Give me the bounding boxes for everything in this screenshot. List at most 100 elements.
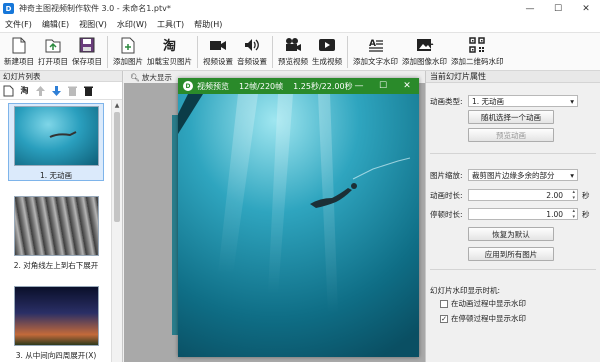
delete-icon[interactable] <box>66 84 79 97</box>
title-bar: D 神奇主图视频制作软件 3.0 - 未命名1.ptv* — ☐ ✕ <box>0 0 600 17</box>
taobao-icon[interactable]: 淘 <box>18 84 31 97</box>
anim-type-row: 动画类型: 1. 无动画 ▾ <box>430 95 578 107</box>
video-settings-button[interactable]: 视频设置 <box>201 33 235 67</box>
audio-settings-icon <box>243 36 261 54</box>
pause-duration-label: 停顿时长: <box>430 209 463 219</box>
audio-settings-button[interactable]: 音频设置 <box>235 33 269 67</box>
slide-list-scrollbar[interactable]: ▲ <box>111 100 122 362</box>
restore-default-button[interactable]: 恢复为默认 <box>468 227 554 241</box>
pause-duration-input[interactable]: 1.00 <box>468 208 578 220</box>
qrcode-watermark-button[interactable]: 添加二维码水印 <box>449 33 506 67</box>
trash-icon[interactable] <box>82 84 95 97</box>
preview-time: 1.25秒/22.00秒 <box>293 81 353 91</box>
slide-item[interactable]: 1. 无动画 <box>8 106 104 181</box>
slide-list-toolbar: 淘 <box>0 82 122 100</box>
image-watermark-icon <box>416 36 434 54</box>
seconds-unit: 秒 <box>582 209 590 219</box>
divider <box>430 153 596 154</box>
load-taobao-button[interactable]: 淘 加载宝贝图片 <box>145 33 194 67</box>
pause-duration-row: 停顿时长: 1.00 秒 <box>430 208 590 220</box>
toolbar-separator <box>347 36 348 68</box>
add-image-button[interactable]: 添加图片 <box>111 33 145 67</box>
anim-type-label: 动画类型: <box>430 96 463 106</box>
move-up-icon[interactable] <box>34 84 47 97</box>
scale-row: 图片缩放: 裁剪图片边缘多余的部分 ▾ <box>430 169 578 181</box>
seconds-unit: 秒 <box>582 190 590 200</box>
scroll-up-icon[interactable]: ▲ <box>112 100 122 110</box>
generate-video-icon <box>318 36 336 54</box>
toolbar-separator <box>272 36 273 68</box>
open-project-button[interactable]: 打开项目 <box>36 33 70 67</box>
menu-file[interactable]: 文件(F) <box>0 19 37 30</box>
slide-item[interactable]: 3. 从中间向四周展开(X) <box>8 286 104 361</box>
preview-anim-button[interactable]: 预览动画 <box>468 128 554 142</box>
preview-title: 视频预览 <box>197 81 229 91</box>
toolbar-separator <box>107 36 108 68</box>
image-watermark-button[interactable]: 添加图像水印 <box>400 33 449 67</box>
new-project-icon <box>11 36 27 54</box>
slide-caption: 3. 从中间向四周展开(X) <box>15 351 97 360</box>
scrollbar-thumb[interactable] <box>114 112 120 222</box>
wm-anim-checkbox[interactable] <box>440 299 448 308</box>
menu-edit[interactable]: 编辑(E) <box>37 19 74 30</box>
menu-watermark[interactable]: 水印(W) <box>112 19 152 30</box>
anim-type-select[interactable]: 1. 无动画 ▾ <box>468 95 578 107</box>
app-logo-icon: D <box>3 3 14 14</box>
scale-select[interactable]: 裁剪图片边缘多余的部分 ▾ <box>468 169 578 181</box>
watermark-timing-title: 幻灯片水印显示时机: <box>430 286 501 295</box>
preview-title-bar: D 视频预览 12帧/220帧 1.25秒/22.00秒 — ☐ ✕ <box>178 78 419 94</box>
save-project-button[interactable]: 保存项目 <box>70 33 104 67</box>
window-controls: — ☐ ✕ <box>516 0 600 17</box>
slide-list-panel: 幻灯片列表 淘 1. 无动画 2. 对角线左上到右下展开 3. 从中间向四周展开… <box>0 71 123 362</box>
scale-label: 图片缩放: <box>430 170 463 180</box>
close-icon[interactable]: ✕ <box>395 78 419 94</box>
apply-all-button[interactable]: 应用到所有图片 <box>468 247 554 261</box>
add-image-icon <box>120 36 136 54</box>
move-down-icon[interactable] <box>50 84 63 97</box>
text-watermark-icon: A <box>368 36 384 54</box>
slide-item[interactable]: 2. 对角线左上到右下展开 <box>8 196 104 271</box>
divider <box>430 269 596 270</box>
save-project-icon <box>79 36 95 54</box>
close-icon[interactable]: ✕ <box>572 0 600 17</box>
wm-anim-row[interactable]: 在动画过程中显示水印 <box>440 298 526 309</box>
maximize-icon[interactable]: ☐ <box>371 78 395 94</box>
video-preview-window: D 视频预览 12帧/220帧 1.25秒/22.00秒 — ☐ ✕ <box>178 78 419 357</box>
slide-caption: 2. 对角线左上到右下展开 <box>13 261 99 270</box>
preview-video-button[interactable]: 预览视频 <box>276 33 310 67</box>
slide-thumbnail <box>14 286 99 346</box>
chevron-down-icon: ▾ <box>570 170 574 180</box>
preview-frame-count: 12帧/220帧 <box>239 81 284 91</box>
new-slide-icon[interactable] <box>2 84 15 97</box>
window-title: 神奇主图视频制作软件 3.0 - 未命名1.ptv* <box>19 4 171 13</box>
text-watermark-button[interactable]: A 添加文字水印 <box>351 33 400 67</box>
minimize-icon[interactable]: — <box>347 78 371 94</box>
anim-duration-label: 动画时长: <box>430 190 463 200</box>
qrcode-watermark-icon <box>469 36 485 54</box>
menu-help[interactable]: 帮助(H) <box>189 19 227 30</box>
new-project-button[interactable]: 新建项目 <box>2 33 36 67</box>
zoom-in-button[interactable]: 🔍︎ 放大显示 <box>130 72 172 83</box>
menu-tools[interactable]: 工具(T) <box>152 19 189 30</box>
open-project-icon <box>44 36 62 54</box>
anim-duration-row: 动画时长: 2.00 秒 <box>430 189 590 201</box>
wm-pause-row[interactable]: ✓ 在停顿过程中显示水印 <box>440 313 526 324</box>
random-anim-button[interactable]: 随机选择一个动画 <box>468 110 554 124</box>
slide-list-title: 幻灯片列表 <box>0 71 122 82</box>
minimize-icon[interactable]: — <box>516 0 544 17</box>
slide-properties-panel: 当前幻灯片属性 动画类型: 1. 无动画 ▾ 随机选择一个动画 预览动画 图片缩… <box>425 71 600 362</box>
properties-title: 当前幻灯片属性 <box>426 71 600 83</box>
slide-thumbnail <box>14 106 99 166</box>
preview-video-frame <box>178 94 419 357</box>
slide-caption: 1. 无动画 <box>39 171 73 180</box>
maximize-icon[interactable]: ☐ <box>544 0 572 17</box>
toolbar-separator <box>197 36 198 68</box>
anim-duration-input[interactable]: 2.00 <box>468 189 578 201</box>
main-toolbar: 新建项目 打开项目 保存项目 添加图片 淘 加载宝贝图片 视频设置 音频设置 预… <box>0 33 600 71</box>
wm-pause-checkbox[interactable]: ✓ <box>440 314 448 323</box>
menu-view[interactable]: 视图(V) <box>74 19 112 30</box>
slide-thumbnail-list: 1. 无动画 2. 对角线左上到右下展开 3. 从中间向四周展开(X) <box>0 100 111 362</box>
video-settings-icon <box>209 36 227 54</box>
load-taobao-icon: 淘 <box>162 36 178 54</box>
generate-video-button[interactable]: 生成视频 <box>310 33 344 67</box>
